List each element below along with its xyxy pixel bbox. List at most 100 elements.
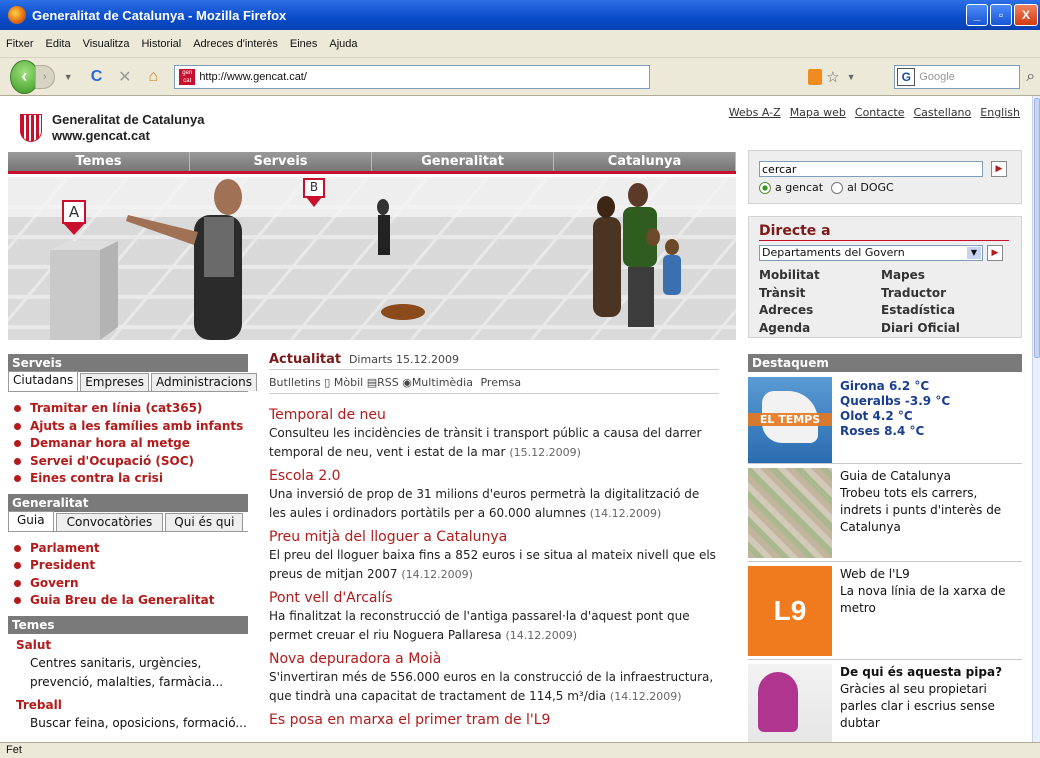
home-icon[interactable]: ⌂ xyxy=(144,68,162,86)
site-logo[interactable]: Generalitat de Catalunya www.gencat.cat xyxy=(20,112,204,144)
bookmark-star-icon[interactable]: ☆ xyxy=(824,68,842,86)
link-diari-oficial[interactable]: Diari Oficial xyxy=(881,320,1003,338)
link-contacte[interactable]: Contacte xyxy=(855,106,905,119)
link-multimedia[interactable]: Multimèdia xyxy=(412,376,473,389)
list-item[interactable]: Guia Breu de la Generalitat xyxy=(8,592,248,610)
destaquem-heading: Destaquem xyxy=(748,354,1022,372)
tab-empreses[interactable]: Empreses xyxy=(80,373,150,391)
link-estadistica[interactable]: Estadística xyxy=(881,302,1003,320)
radio-dogc[interactable] xyxy=(831,181,844,194)
news-title[interactable]: Es posa en marxa el primer tram de l'L9 xyxy=(269,711,719,729)
link-premsa[interactable]: Premsa xyxy=(480,376,521,389)
destaquem-l9[interactable]: L9 Web de l'L9 La nova línia de la xarxa… xyxy=(748,562,1022,660)
menu-edita[interactable]: Edita xyxy=(46,38,71,50)
destaquem-pipa[interactable]: De qui és aquesta pipa? Gràcies al seu p… xyxy=(748,660,1022,742)
menu-historial[interactable]: Historial xyxy=(141,38,181,50)
destaquem-section: Destaquem EL TEMPS Girona 6.2 °C Queralb… xyxy=(748,354,1022,742)
search-go-button[interactable]: ▶ xyxy=(991,161,1007,177)
tab-catalunya[interactable]: Catalunya xyxy=(554,152,736,171)
navigation-toolbar: ‹ › ▼ C ✕ ⌂ gen cat http://www.gencat.ca… xyxy=(0,58,1040,96)
google-engine-icon[interactable]: G xyxy=(897,67,916,86)
link-webs-az[interactable]: Webs A-Z xyxy=(729,106,781,119)
web-search-input[interactable]: G Google xyxy=(894,64,1020,89)
list-item[interactable]: President xyxy=(8,557,248,575)
tab-qui-es-qui[interactable]: Qui és qui xyxy=(165,512,244,531)
news-body: El preu del lloguer baixa fins a 852 eur… xyxy=(269,548,716,581)
tab-serveis[interactable]: Serveis xyxy=(190,152,372,171)
list-item[interactable]: Ajuts a les famílies amb infants xyxy=(8,418,248,436)
dropdown-arrow-icon[interactable]: ▼ xyxy=(59,72,77,82)
temes-salut-link[interactable]: Salut xyxy=(8,636,248,654)
link-traductor[interactable]: Traductor xyxy=(881,285,1003,303)
stop-icon[interactable]: ✕ xyxy=(116,67,134,87)
menu-ajuda[interactable]: Ajuda xyxy=(329,38,357,50)
link-transit[interactable]: Trànsit xyxy=(759,285,881,303)
marker-a-label[interactable]: A xyxy=(63,203,85,221)
list-item[interactable]: Parlament xyxy=(8,540,248,558)
menu-eines[interactable]: Eines xyxy=(290,38,318,50)
temp-olot: Olot 4.2 °C xyxy=(840,409,913,423)
minimize-button[interactable]: _ xyxy=(966,4,988,26)
list-item[interactable]: Eines contra la crisi xyxy=(8,470,248,488)
reload-icon[interactable]: C xyxy=(87,68,105,86)
link-mapes[interactable]: Mapes xyxy=(881,267,1003,285)
main-tabs: Temes Serveis Generalitat Catalunya xyxy=(8,152,736,174)
tab-administracions[interactable]: Administracions xyxy=(151,373,257,391)
link-adreces[interactable]: Adreces xyxy=(759,302,881,320)
link-castellano[interactable]: Castellano xyxy=(913,106,971,119)
menu-visualitza[interactable]: Visualitza xyxy=(83,38,130,50)
news-title[interactable]: Pont vell d'Arcalís xyxy=(269,589,719,607)
link-mapa-web[interactable]: Mapa web xyxy=(790,106,846,119)
list-item[interactable]: Govern xyxy=(8,575,248,593)
url-bar[interactable]: gen cat http://www.gencat.cat/ xyxy=(174,64,651,89)
news-title[interactable]: Preu mitjà del lloguer a Catalunya xyxy=(269,528,719,546)
search-box: ▶ a gencat al DOGC xyxy=(748,150,1022,204)
link-mobilitat[interactable]: Mobilitat xyxy=(759,267,881,285)
link-english[interactable]: English xyxy=(980,106,1020,119)
directe-go-button[interactable]: ▶ xyxy=(987,245,1003,261)
magnifier-icon[interactable]: ⌕ xyxy=(1022,68,1040,86)
marker-b-label[interactable]: B xyxy=(304,180,324,194)
link-mobil[interactable]: Mòbil xyxy=(334,376,363,389)
list-item[interactable]: Demanar hora al metge xyxy=(8,435,248,453)
tab-temes[interactable]: Temes xyxy=(8,152,190,171)
tab-convocatories[interactable]: Convocatòries xyxy=(55,512,164,531)
list-item[interactable]: Servei d'Ocupació (SOC) xyxy=(8,453,248,471)
menu-adreces[interactable]: Adreces d'interès xyxy=(193,38,278,50)
departments-select[interactable]: Departaments del Govern ▼ xyxy=(759,245,983,261)
firefox-icon xyxy=(8,6,26,24)
tab-ciutadans[interactable]: Ciutadans xyxy=(8,371,79,391)
radio-gencat[interactable] xyxy=(759,181,771,194)
vertical-scrollbar[interactable] xyxy=(1032,96,1040,742)
link-agenda[interactable]: Agenda xyxy=(759,320,881,338)
directe-a-title: Directe a xyxy=(759,223,1009,241)
link-rss[interactable]: RSS xyxy=(377,376,399,389)
destaquem-guia[interactable]: Guia de Catalunya Trobeu tots els carrer… xyxy=(748,464,1022,562)
actualitat-section: Actualitat Dimarts 15.12.2009 Butlletins… xyxy=(269,352,719,729)
news-body: Consulteu les incidències de trànsit i t… xyxy=(269,426,702,459)
hero-banner[interactable]: A B xyxy=(8,177,736,340)
news-date: (14.12.2009) xyxy=(609,690,682,703)
window-title: Generalitat de Catalunya - Mozilla Firef… xyxy=(32,7,287,23)
news-body: S'invertiran més de 556.000 euros en la … xyxy=(269,670,714,703)
serveis-list: Tramitar en línia (cat365) Ajuts a les f… xyxy=(8,392,248,494)
menu-fitxer[interactable]: Fitxer xyxy=(6,38,34,50)
news-title[interactable]: Temporal de neu xyxy=(269,406,719,424)
link-butlletins[interactable]: Butlletins xyxy=(269,376,321,389)
destaquem-temps[interactable]: EL TEMPS Girona 6.2 °C Queralbs -3.9 °C … xyxy=(748,372,1022,464)
left-column: Serveis Ciutadans Empreses Administracio… xyxy=(8,354,257,733)
close-button[interactable]: X xyxy=(1014,4,1038,26)
news-title[interactable]: Nova depuradora a Moià xyxy=(269,650,719,668)
list-item[interactable]: Tramitar en línia (cat365) xyxy=(8,400,248,418)
forward-arrow-icon[interactable]: › xyxy=(34,64,55,89)
tab-generalitat[interactable]: Generalitat xyxy=(372,152,554,171)
maximize-button[interactable]: ▫ xyxy=(990,4,1012,26)
tab-guia[interactable]: Guia xyxy=(8,510,54,531)
news-title[interactable]: Escola 2.0 xyxy=(269,467,719,485)
temes-treball-link[interactable]: Treball xyxy=(8,696,248,714)
scrollbar-thumb[interactable] xyxy=(1034,98,1040,358)
actualitat-links: Butlletins ▯ Mòbil ▤RSS ◉Multimèdia Prem… xyxy=(269,370,719,394)
url-dropdown-icon[interactable]: ▼ xyxy=(842,72,860,82)
rss-feed-icon[interactable] xyxy=(808,68,822,85)
site-search-input[interactable] xyxy=(759,161,983,177)
